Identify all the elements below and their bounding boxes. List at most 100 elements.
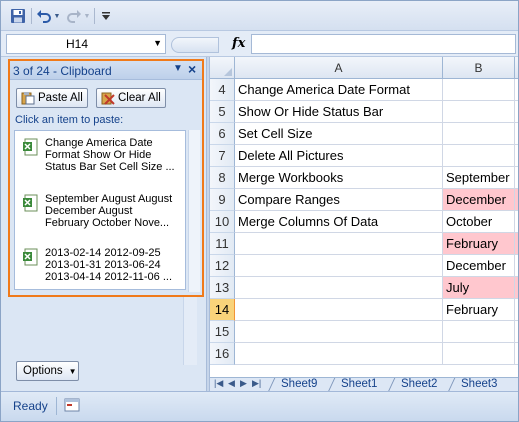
cell-a[interactable]: [235, 321, 443, 343]
chevron-down-icon: ▼: [68, 366, 77, 376]
cell-c[interactable]: [515, 343, 518, 365]
cell-b[interactable]: December: [443, 255, 515, 277]
tab-sheet1[interactable]: Sheet1: [335, 378, 383, 392]
tab-sheet9[interactable]: Sheet9: [275, 378, 323, 392]
clip-line: 2013-04-14 2012-11-06 ...: [45, 271, 172, 283]
pane-scrollbar[interactable]: [183, 297, 197, 365]
clipboard-item-list: Change America Date Format Show Or Hide …: [14, 130, 186, 290]
cell-a[interactable]: Merge Workbooks: [235, 167, 443, 189]
clipboard-scrollbar[interactable]: [188, 130, 200, 292]
sheet-tab-bar: |◀ ◀ ▶ ▶| Sheet9 Sheet1 Sheet2 Sheet3: [210, 377, 518, 391]
cell-b[interactable]: [443, 101, 515, 123]
cell-a[interactable]: Show Or Hide Status Bar: [235, 101, 443, 123]
cell-a[interactable]: Merge Columns Of Data: [235, 211, 443, 233]
clip-line: December August: [45, 205, 133, 217]
tab-sheet2[interactable]: Sheet2: [395, 378, 443, 392]
row-header[interactable]: 10: [210, 211, 235, 233]
row-header[interactable]: 9: [210, 189, 235, 211]
clip-line: Format Show Or Hide: [45, 149, 152, 161]
row-header[interactable]: 6: [210, 123, 235, 145]
pane-menu-icon[interactable]: ▼: [173, 63, 183, 74]
first-sheet-icon[interactable]: |◀: [214, 378, 223, 389]
cell-b[interactable]: [443, 145, 515, 167]
cell-c[interactable]: [515, 233, 518, 255]
cell-a[interactable]: [235, 255, 443, 277]
cell-c[interactable]: [515, 145, 518, 167]
column-header-b[interactable]: B: [443, 57, 515, 79]
cell-c[interactable]: [515, 255, 518, 277]
insert-function-icon[interactable]: fx: [232, 36, 245, 51]
prev-sheet-icon[interactable]: ◀: [228, 378, 235, 389]
cell-a[interactable]: [235, 299, 443, 321]
cell-c[interactable]: [515, 299, 518, 321]
next-sheet-icon[interactable]: ▶: [240, 378, 247, 389]
clipboard-item[interactable]: September August August December August …: [23, 193, 183, 231]
cell-b[interactable]: September: [443, 167, 515, 189]
row-header[interactable]: 5: [210, 101, 235, 123]
cell-c[interactable]: [515, 211, 518, 233]
cell-c[interactable]: [515, 101, 518, 123]
clip-line: Change America Date: [45, 137, 153, 149]
cell-c[interactable]: [515, 167, 518, 189]
cell-a[interactable]: Compare Ranges: [235, 189, 443, 211]
name-box-value: H14: [65, 37, 88, 51]
paste-all-button[interactable]: Paste All: [16, 88, 88, 108]
cell-b[interactable]: [443, 79, 515, 101]
cell-b[interactable]: October: [443, 211, 515, 233]
formula-bar: H14 ▼ fx: [1, 31, 518, 57]
row-header[interactable]: 12: [210, 255, 235, 277]
cell-b[interactable]: [443, 343, 515, 365]
cell-c[interactable]: [515, 277, 518, 299]
tab-sheet3[interactable]: Sheet3: [455, 378, 503, 392]
worksheet-grid: A B 4 Change America Date Format 5 Show Or …: [210, 57, 518, 377]
cell-a[interactable]: Delete All Pictures: [235, 145, 443, 167]
formula-input[interactable]: [251, 34, 516, 54]
clipboard-title-bar: 3 of 24 - Clipboard ▼ ×: [10, 61, 202, 80]
clipboard-item[interactable]: Change America Date Format Show Or Hide …: [23, 137, 183, 175]
last-sheet-icon[interactable]: ▶|: [252, 378, 261, 389]
customize-qat-icon[interactable]: [99, 7, 113, 25]
cell-c[interactable]: [515, 79, 518, 101]
row-header[interactable]: 15: [210, 321, 235, 343]
options-button[interactable]: Options ▼: [16, 361, 79, 381]
undo-icon[interactable]: [35, 7, 53, 25]
row-header[interactable]: 16: [210, 343, 235, 365]
cell-b[interactable]: [443, 321, 515, 343]
cell-b[interactable]: February: [443, 233, 515, 255]
row-header[interactable]: 11: [210, 233, 235, 255]
cell-a[interactable]: Change America Date Format: [235, 79, 443, 101]
chevron-down-icon[interactable]: ▼: [153, 38, 162, 48]
name-box[interactable]: H14 ▼: [6, 34, 166, 54]
cell-c[interactable]: [515, 123, 518, 145]
status-ready: Ready: [13, 399, 48, 413]
cell-a[interactable]: Set Cell Size: [235, 123, 443, 145]
cell-b[interactable]: July: [443, 277, 515, 299]
paste-icon: [21, 92, 35, 105]
close-icon[interactable]: ×: [188, 61, 196, 77]
column-header-c[interactable]: [515, 57, 518, 79]
row-header[interactable]: 14: [210, 299, 235, 321]
cell-a[interactable]: [235, 277, 443, 299]
cell-b[interactable]: February: [443, 299, 515, 321]
row-header[interactable]: 4: [210, 79, 235, 101]
macro-record-icon[interactable]: [64, 398, 80, 412]
row-header[interactable]: 13: [210, 277, 235, 299]
clear-all-button[interactable]: Clear All: [96, 88, 166, 108]
row-header[interactable]: 7: [210, 145, 235, 167]
cell-c[interactable]: [515, 189, 518, 211]
cell-a[interactable]: [235, 343, 443, 365]
cell-b[interactable]: [443, 123, 515, 145]
undo-dropdown-icon[interactable]: ▼: [53, 7, 61, 25]
cell-c[interactable]: [515, 321, 518, 343]
paste-all-label: Paste All: [38, 92, 83, 104]
clear-all-icon: [101, 92, 115, 105]
row-header[interactable]: 8: [210, 167, 235, 189]
cell-b[interactable]: December: [443, 189, 515, 211]
clipboard-item[interactable]: 2013-02-14 2012-09-25 2013-01-31 2013-06…: [23, 247, 183, 285]
cell-a[interactable]: [235, 233, 443, 255]
clip-line: September August August: [45, 193, 173, 205]
column-header-a[interactable]: A: [235, 57, 443, 79]
formula-bar-handle[interactable]: [171, 37, 219, 53]
select-all-button[interactable]: [210, 57, 235, 79]
save-icon[interactable]: [9, 7, 27, 25]
